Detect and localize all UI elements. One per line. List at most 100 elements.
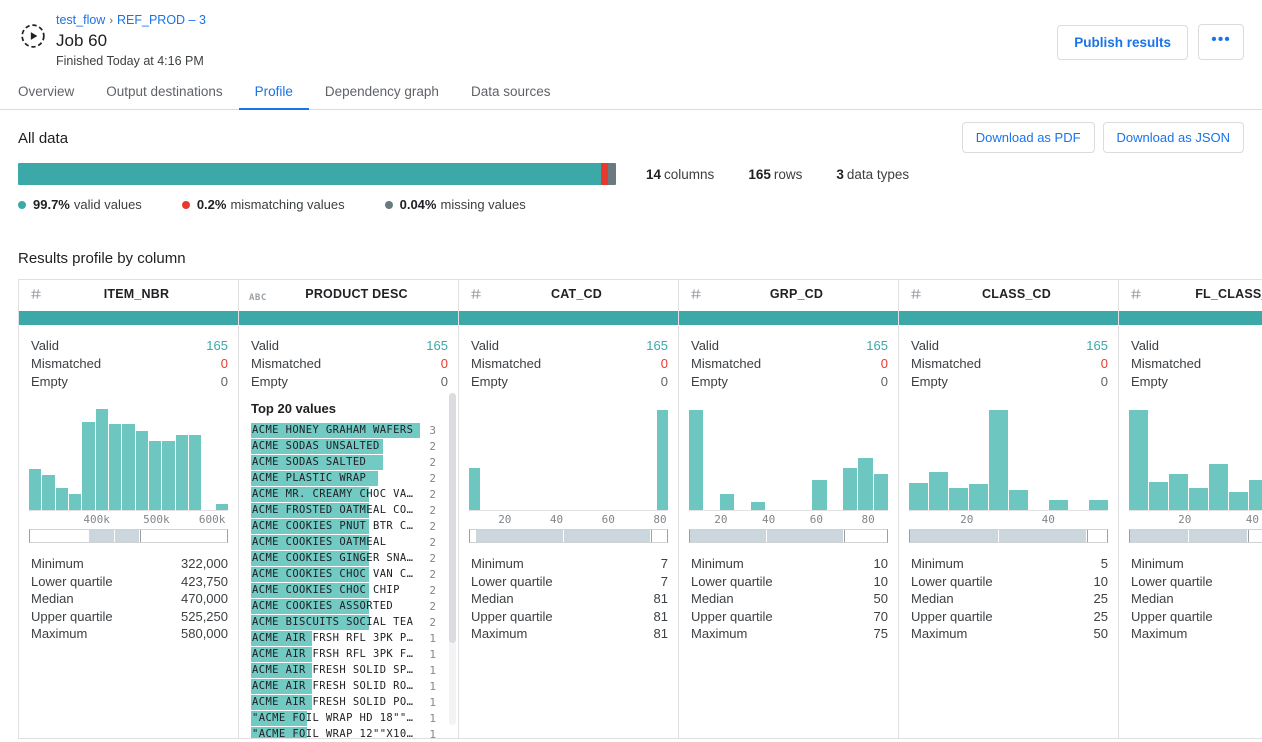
range-slider-handle[interactable] — [140, 530, 141, 542]
list-item[interactable]: ACME AIR FRSH RFL 3PK F… 1 — [251, 646, 436, 662]
list-item[interactable]: ACME SODAS UNSALTED 2 — [251, 438, 436, 454]
range-slider-fill-a[interactable] — [1130, 530, 1189, 542]
tab-output-destinations[interactable]: Output destinations — [90, 75, 238, 110]
histogram-chart — [689, 401, 888, 511]
list-item[interactable]: ACME SODAS SALTED 2 — [251, 454, 436, 470]
list-item[interactable]: ACME COOKIES CHOC CHIP 2 — [251, 582, 436, 598]
stat-valid: Valid165 — [31, 337, 228, 355]
list-item[interactable]: ACME COOKIES OATMEAL 2 — [251, 534, 436, 550]
tab-profile[interactable]: Profile — [239, 75, 309, 110]
column-card-cat-cd[interactable]: CAT_CD Valid165 Mismatched0 Empty0 20406… — [459, 280, 679, 738]
list-item[interactable]: ACME COOKIES GINGER SNA… 2 — [251, 550, 436, 566]
range-slider-fill-b[interactable] — [767, 530, 844, 542]
range-slider-fill-b[interactable] — [115, 530, 141, 542]
value-label: ACME COOKIES PNUT BTR C… — [251, 519, 420, 534]
list-item[interactable]: "ACME FOIL WRAP 12""X10… 1 — [251, 726, 436, 739]
histogram-bar — [69, 494, 81, 510]
legend-valid-pct: 99.7% — [33, 197, 70, 212]
breadcrumb-parent-link[interactable]: test_flow — [56, 13, 105, 27]
list-item[interactable]: ACME COOKIES PNUT BTR C… 2 — [251, 518, 436, 534]
more-options-button[interactable]: ••• — [1198, 24, 1244, 60]
legend-mismatch: 0.2% mismatching values — [182, 197, 345, 212]
publish-results-button[interactable]: Publish results — [1057, 25, 1188, 60]
column-header: ITEM_NBR — [19, 280, 238, 308]
stat-median: Median81 — [471, 590, 668, 608]
list-item[interactable]: ACME AIR FRESH SOLID RO… 1 — [251, 678, 436, 694]
histogram-range-slider[interactable] — [909, 529, 1108, 543]
list-item[interactable]: ACME COOKIES ASSORTED 2 — [251, 598, 436, 614]
value-bar-cell: ACME MR. CREAMY CHOC VA… — [251, 487, 420, 502]
list-item[interactable]: ACME FROSTED OATMEAL CO… 2 — [251, 502, 436, 518]
stat-mismatched: Mismatched0 — [31, 355, 228, 373]
top-values-scrollbar[interactable] — [449, 393, 456, 725]
legend-valid-dot-icon — [18, 201, 26, 209]
column-quality-bar — [19, 311, 238, 325]
download-actions: Download as PDF Download as JSON — [962, 122, 1244, 153]
histogram-bar — [149, 441, 161, 510]
range-slider-fill-a[interactable] — [476, 530, 564, 542]
column-card-grp-cd[interactable]: GRP_CD Valid165 Mismatched0 Empty0 20406… — [679, 280, 899, 738]
column-name-label: CAT_CD — [483, 287, 668, 301]
stat-upper-quartile: Upper quartile70 — [691, 608, 888, 626]
value-bar-cell: ACME COOKIES OATMEAL — [251, 535, 420, 550]
download-as-pdf-button[interactable]: Download as PDF — [962, 122, 1095, 153]
list-item[interactable]: ACME BISCUITS SOCIAL TEA 2 — [251, 614, 436, 630]
range-slider-handle[interactable] — [844, 530, 845, 542]
range-slider-fill-a[interactable] — [910, 530, 999, 542]
column-header: CLASS_CD — [899, 280, 1118, 308]
list-item[interactable]: ACME AIR FRSH RFL 3PK P… 1 — [251, 630, 436, 646]
breadcrumb-child-link[interactable]: REF_PROD – 3 — [117, 13, 206, 27]
breadcrumb: test_flow›REF_PROD – 3 — [56, 12, 1057, 29]
data-quality-bar — [18, 163, 616, 185]
value-count: 1 — [420, 680, 436, 693]
range-slider-fill-b[interactable] — [999, 530, 1088, 542]
play-circle-icon — [20, 23, 46, 49]
histogram-bar — [1009, 490, 1028, 510]
job-status-text: Finished Today at 4:16 PM — [56, 53, 1057, 70]
range-slider-fill-a[interactable] — [89, 530, 115, 542]
histogram-bar — [929, 472, 948, 510]
histogram-bar — [858, 458, 872, 510]
column-card-fl-class-c[interactable]: FL_CLASS_C Valid Mismatched Empty 2040 M… — [1119, 280, 1262, 738]
tab-dependency-graph[interactable]: Dependency graph — [309, 75, 455, 110]
scrollbar-thumb[interactable] — [449, 393, 456, 643]
list-item[interactable]: ACME COOKIES CHOC VAN C… 2 — [251, 566, 436, 582]
hash-icon — [909, 287, 923, 301]
range-slider-handle[interactable] — [651, 530, 652, 542]
range-slider-handle[interactable] — [1087, 530, 1088, 542]
histogram-range-slider[interactable] — [689, 529, 888, 543]
column-card-item-nbr[interactable]: ITEM_NBR Valid165 Mismatched0 Empty0 400… — [19, 280, 239, 738]
range-slider-fill-b[interactable] — [1189, 530, 1248, 542]
histogram-bar — [176, 435, 188, 510]
column-profile-strip[interactable]: ITEM_NBR Valid165 Mismatched0 Empty0 400… — [18, 279, 1262, 739]
list-item[interactable]: ACME AIR FRESH SOLID PO… 1 — [251, 694, 436, 710]
histogram-range-slider[interactable] — [469, 529, 668, 543]
stat-mismatched: Mismatched0 — [471, 355, 668, 373]
tab-data-sources[interactable]: Data sources — [455, 75, 567, 110]
list-item[interactable]: ACME MR. CREAMY CHOC VA… 2 — [251, 486, 436, 502]
value-count: 2 — [420, 488, 436, 501]
list-item[interactable]: "ACME FOIL WRAP HD 18""… 1 — [251, 710, 436, 726]
download-as-json-button[interactable]: Download as JSON — [1103, 122, 1244, 153]
value-label: ACME AIR FRESH SOLID PO… — [251, 695, 420, 710]
range-slider-fill-a[interactable] — [690, 530, 767, 542]
range-slider-fill-b[interactable] — [564, 530, 652, 542]
histogram-x-axis: 400k500k600k — [29, 511, 228, 529]
legend-mismatch-label: mismatching values — [230, 197, 344, 212]
value-bar-cell: "ACME FOIL WRAP 12""X10… — [251, 727, 420, 740]
range-slider-handle[interactable] — [1248, 530, 1249, 542]
list-item[interactable]: ACME PLASTIC WRAP 2 — [251, 470, 436, 486]
page-header: test_flow›REF_PROD – 3 Job 60 Finished T… — [0, 0, 1262, 70]
column-card-product-desc[interactable]: ABC PRODUCT DESC Valid165 Mismatched0 Em… — [239, 280, 459, 738]
top-values-list[interactable]: ACME HONEY GRAHAM WAFERS 3 ACME SODAS UN… — [251, 422, 448, 739]
list-item[interactable]: ACME AIR FRESH SOLID SP… 1 — [251, 662, 436, 678]
histogram-bar — [82, 422, 94, 510]
list-item[interactable]: ACME HONEY GRAHAM WAFERS 3 — [251, 422, 436, 438]
value-label: ACME AIR FRESH SOLID SP… — [251, 663, 420, 678]
histogram-range-slider[interactable] — [1129, 529, 1262, 543]
column-card-class-cd[interactable]: CLASS_CD Valid165 Mismatched0 Empty0 204… — [899, 280, 1119, 738]
histogram-bar — [109, 424, 121, 510]
tab-overview[interactable]: Overview — [18, 75, 90, 110]
histogram-range-slider[interactable] — [29, 529, 228, 543]
column-quartile-stats: Minimum Lower quartile Median Upper quar… — [1119, 543, 1262, 643]
